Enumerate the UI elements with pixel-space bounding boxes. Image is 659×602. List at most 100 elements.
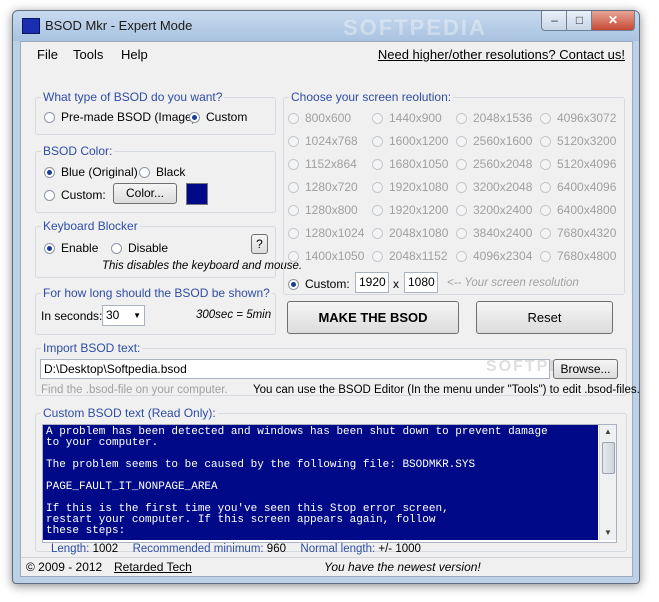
scroll-down-icon[interactable]: ▼ xyxy=(600,526,616,540)
resolution-label: 1440x900 xyxy=(389,111,442,125)
app-window: BSOD Mkr - Expert Mode SOFTPEDIA – □ ✕ F… xyxy=(12,10,640,584)
make-bsod-button[interactable]: MAKE THE BSOD xyxy=(287,301,459,334)
import-path-input[interactable]: D:\Desktop\Softpedia.bsod xyxy=(40,359,550,379)
resolution-radio[interactable] xyxy=(372,228,383,239)
menu-file[interactable]: File xyxy=(37,47,58,62)
resolution-radio[interactable] xyxy=(540,136,551,147)
resolution-radio[interactable] xyxy=(456,251,467,262)
enable-label: Enable xyxy=(61,241,99,255)
reset-button[interactable]: Reset xyxy=(476,301,613,334)
watermark: SOFTPEDIA xyxy=(343,15,487,40)
maximize-button[interactable]: □ xyxy=(566,11,593,31)
resolution-radio[interactable] xyxy=(456,159,467,170)
version-status: You have the newest version! xyxy=(324,560,481,574)
color-button[interactable]: Color... xyxy=(113,183,177,204)
blue-label: Blue (Original) xyxy=(61,165,138,179)
blue-radio[interactable] xyxy=(44,167,55,178)
resolution-label: 1024x768 xyxy=(305,134,358,148)
resolution-label: 4096x3072 xyxy=(557,111,617,125)
company-link[interactable]: Retarded Tech xyxy=(114,560,192,574)
resolution-radio[interactable] xyxy=(372,136,383,147)
resolution-radio[interactable] xyxy=(372,113,383,124)
enable-radio[interactable] xyxy=(44,243,55,254)
resolution-label: 1920x1200 xyxy=(389,203,449,217)
resolution-radio[interactable] xyxy=(288,205,299,216)
normal-label: Normal length: xyxy=(300,543,376,555)
resolution-radio[interactable] xyxy=(456,113,467,124)
custom-type-label: Custom xyxy=(206,110,248,124)
bsod-text-area[interactable]: A problem has been detected and windows … xyxy=(42,424,617,543)
resolution-label: 2560x2048 xyxy=(473,157,533,171)
text-scrollbar[interactable]: ▲ ▼ xyxy=(599,425,616,540)
resolution-label: 1600x1200 xyxy=(389,134,449,148)
bsod-type-group: What type of BSOD do you want? Pre-made … xyxy=(35,90,276,135)
browse-button[interactable]: Browse... xyxy=(553,359,618,379)
premade-radio[interactable] xyxy=(44,112,55,123)
custom-x-label: x xyxy=(393,277,399,291)
bsod-text-content: A problem has been detected and windows … xyxy=(43,425,598,540)
length-value: 1002 xyxy=(92,543,119,555)
disable-radio[interactable] xyxy=(111,243,122,254)
resolution-radio[interactable] xyxy=(288,182,299,193)
resolution-radio[interactable] xyxy=(540,251,551,262)
keyboard-group: Keyboard Blocker Enable Disable ? This d… xyxy=(35,219,302,278)
title-bar[interactable]: BSOD Mkr - Expert Mode SOFTPEDIA – □ ✕ xyxy=(13,11,639,41)
menu-help[interactable]: Help xyxy=(121,47,148,62)
resolution-radio[interactable] xyxy=(372,205,383,216)
resolution-radio[interactable] xyxy=(288,136,299,147)
resolution-radio[interactable] xyxy=(372,159,383,170)
resolution-radio[interactable] xyxy=(372,251,383,262)
resolution-radio[interactable] xyxy=(540,228,551,239)
resolution-label: 2560x1600 xyxy=(473,134,533,148)
resolution-radio[interactable] xyxy=(456,228,467,239)
color-swatch xyxy=(186,183,208,205)
duration-group: For how long should the BSOD be shown? I… xyxy=(35,286,276,335)
resolution-radio[interactable] xyxy=(456,205,467,216)
keyboard-title: Keyboard Blocker xyxy=(41,219,140,233)
copyright: © 2009 - 2012 xyxy=(26,560,103,574)
keyboard-note: This disables the keyboard and mouse. xyxy=(102,260,303,272)
import-hint-left: Find the .bsod-file on your computer. xyxy=(41,384,228,396)
min-value: 960 xyxy=(266,543,286,555)
duration-hint: 300sec = 5min xyxy=(196,309,272,321)
scroll-thumb[interactable] xyxy=(602,442,615,474)
seconds-select[interactable]: 30 ▼ xyxy=(102,305,145,326)
custom-type-radio[interactable] xyxy=(189,112,200,123)
menu-tools[interactable]: Tools xyxy=(73,47,103,62)
min-label: Recommended minimum: xyxy=(132,543,264,555)
custom-res-radio[interactable] xyxy=(288,279,299,290)
custom-color-radio[interactable] xyxy=(44,190,55,201)
contact-link[interactable]: Need higher/other resolutions? Contact u… xyxy=(378,47,625,62)
keyboard-help-button[interactable]: ? xyxy=(251,234,268,254)
resolution-radio[interactable] xyxy=(540,159,551,170)
length-label: Length: xyxy=(51,543,90,555)
resolution-radio[interactable] xyxy=(456,182,467,193)
resolution-label: 1280x800 xyxy=(305,203,358,217)
resolution-radio[interactable] xyxy=(288,228,299,239)
black-radio[interactable] xyxy=(139,167,150,178)
resolution-radio[interactable] xyxy=(288,251,299,262)
resolution-label: 6400x4800 xyxy=(557,203,617,217)
resolution-label: 5120x3200 xyxy=(557,134,617,148)
resolution-radio[interactable] xyxy=(540,205,551,216)
bsod-color-group: BSOD Color: Blue (Original) Black Custom… xyxy=(35,144,276,213)
resolution-radio[interactable] xyxy=(540,113,551,124)
disable-label: Disable xyxy=(128,241,169,255)
custom-height-input[interactable]: 1080 xyxy=(404,272,438,293)
resolution-radio[interactable] xyxy=(456,136,467,147)
resolution-label: 1400x1050 xyxy=(305,249,365,263)
resolution-radio[interactable] xyxy=(372,182,383,193)
resolution-radio[interactable] xyxy=(288,159,299,170)
resolution-title: Choose your screen reolution: xyxy=(289,90,454,104)
scroll-up-icon[interactable]: ▲ xyxy=(600,425,616,439)
resolution-label: 1152x864 xyxy=(305,157,357,171)
resolution-label: 6400x4096 xyxy=(557,180,617,194)
resolution-radio[interactable] xyxy=(288,113,299,124)
close-button[interactable]: ✕ xyxy=(591,11,635,31)
resolution-label: 2048x1152 xyxy=(389,249,448,263)
resolution-radio[interactable] xyxy=(540,182,551,193)
minimize-button[interactable]: – xyxy=(541,11,568,31)
custom-width-input[interactable]: 1920 xyxy=(355,272,389,293)
duration-title: For how long should the BSOD be shown? xyxy=(41,286,272,300)
resolution-label: 3200x2048 xyxy=(473,180,533,194)
